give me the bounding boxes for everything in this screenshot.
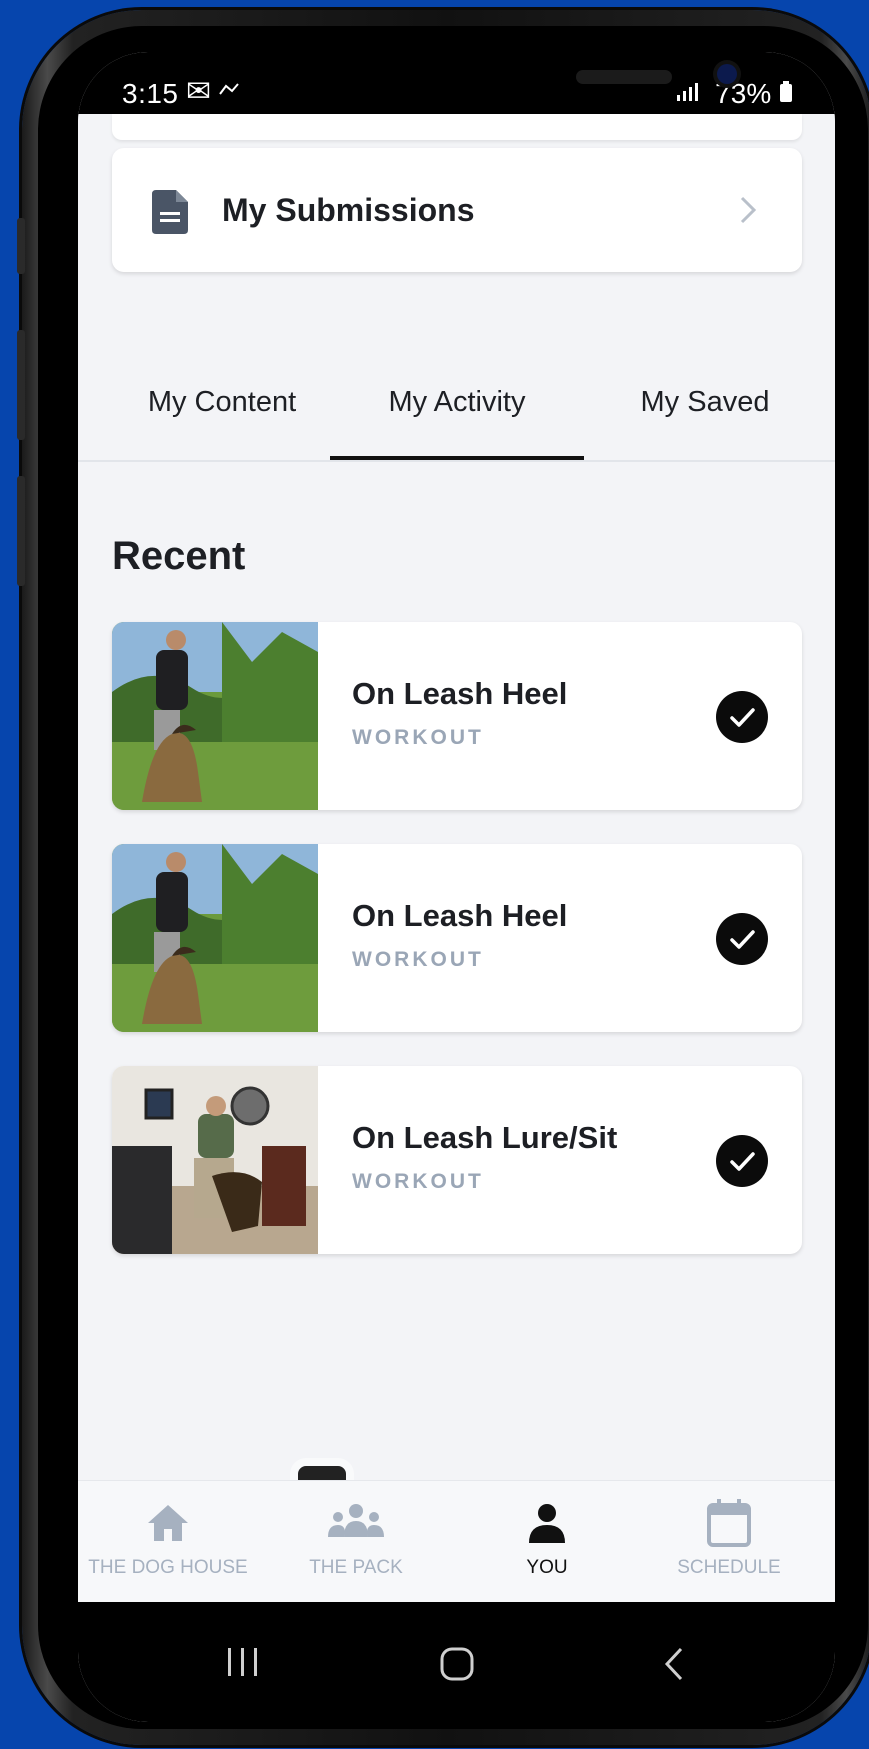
earpiece [576,70,672,84]
mail-icon: ✉ [186,75,212,108]
workout-thumbnail [112,844,318,1032]
camera-notch [256,52,737,120]
completed-check-icon [716,691,768,743]
activity-title: On Leash Heel [352,898,568,933]
document-icon [152,190,188,234]
my-submissions-label: My Submissions [222,192,475,228]
tab-my-saved[interactable]: My Saved [585,386,825,419]
nav-you[interactable]: YOU [447,1481,647,1603]
workout-thumbnail [112,622,318,810]
nav-label: THE DOG HOUSE [88,1557,248,1578]
group-icon [328,1504,384,1537]
calendar-icon [707,1499,751,1547]
power-button [17,476,25,586]
profile-tabs: My Content My Activity My Saved [78,376,835,462]
nav-the-pack[interactable]: THE PACK [256,1481,456,1603]
tab-my-content[interactable]: My Content [102,386,342,419]
volume-button [17,218,25,274]
home-button-icon[interactable] [439,1646,475,1682]
status-right: 73% [673,78,793,110]
back-icon[interactable] [663,1646,685,1682]
completed-check-icon [716,913,768,965]
system-navigation-bar [78,1602,835,1722]
completed-check-icon [716,1135,768,1187]
nav-the-dog-house[interactable]: THE DOG HOUSE [78,1481,268,1603]
active-tab-indicator [330,456,584,460]
fetch-app-icon [218,82,244,100]
my-submissions-row[interactable]: My Submissions [112,148,802,272]
activity-type: WORKOUT [352,726,484,749]
person-icon [529,1504,565,1543]
front-camera [717,64,737,84]
bottom-navigation: THE DOG HOUSE THE PACK YOU SCHEDULE [78,1480,835,1602]
nav-schedule[interactable]: SCHEDULE [629,1481,829,1603]
app-content: My Submissions My Content My Activity My… [78,114,835,1480]
recent-apps-icon[interactable] [226,1646,260,1678]
activity-type: WORKOUT [352,1170,484,1193]
activity-title: On Leash Heel [352,676,568,711]
home-icon [148,1505,188,1541]
activity-card[interactable]: On Leash Heel WORKOUT [112,844,802,1032]
status-time: 3:15 [122,78,179,109]
signal-icon [673,78,715,109]
battery-icon [779,78,793,109]
activity-card[interactable]: On Leash Lure/Sit WORKOUT [112,1066,802,1254]
phone-screen: 3:15 ✉ 73% My Submissions My Content My … [78,52,835,1722]
nav-label: SCHEDULE [677,1557,781,1578]
profile-card-stub [112,114,802,140]
activity-title: On Leash Lure/Sit [352,1120,618,1155]
workout-thumbnail [112,1066,318,1254]
nav-label: THE PACK [309,1557,403,1578]
nav-label: YOU [526,1557,568,1578]
activity-card[interactable]: On Leash Heel WORKOUT [112,622,802,810]
recent-heading: Recent [112,534,246,578]
activity-type: WORKOUT [352,948,484,971]
chevron-right-icon [740,196,757,224]
volume-button [17,330,25,440]
tab-my-activity[interactable]: My Activity [337,386,577,419]
